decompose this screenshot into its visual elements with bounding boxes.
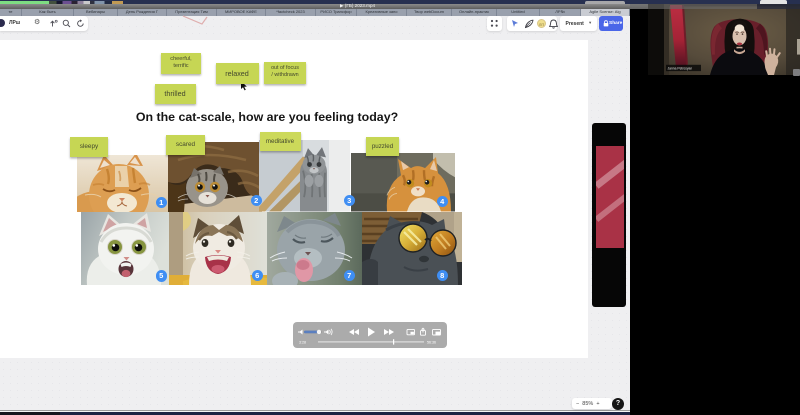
svg-text:Janna Petrosyan: Janna Petrosyan xyxy=(668,66,693,70)
svg-text:56:36: 56:36 xyxy=(427,341,436,345)
svg-text:3:28: 3:28 xyxy=(299,341,306,345)
